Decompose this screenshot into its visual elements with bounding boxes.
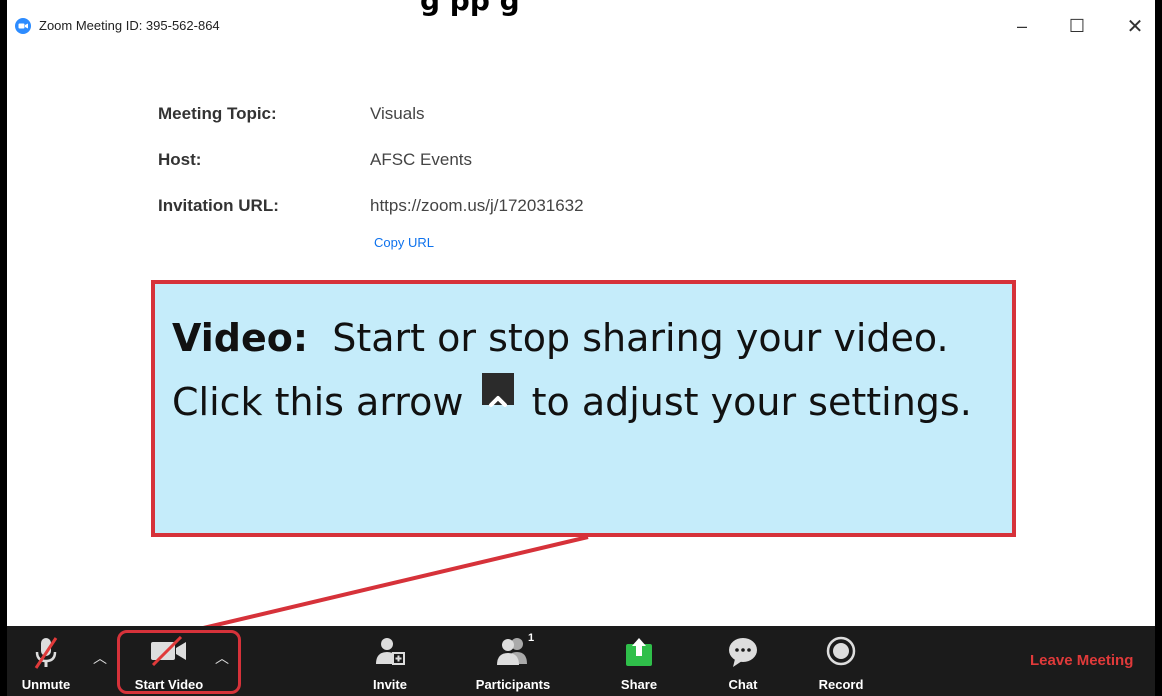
window-frame-right (1155, 0, 1162, 696)
meeting-toolbar: Unmute ︿ Start Video ︿ Invite Participan… (7, 626, 1155, 696)
zoom-logo-icon (15, 18, 31, 34)
window-frame-left (0, 0, 7, 696)
chevron-up-icon (481, 373, 514, 407)
callout-term: Video: (172, 316, 309, 360)
chat-label: Chat (728, 677, 758, 692)
start-video-label: Start Video (134, 677, 204, 692)
meeting-topic-label: Meeting Topic: (158, 104, 277, 123)
meeting-topic-value: Visuals (370, 104, 425, 123)
participants-count-badge: 1 (528, 632, 535, 644)
microphone-muted-icon (34, 637, 58, 669)
minimize-button[interactable]: – (1002, 12, 1042, 40)
chat-button[interactable]: Chat (713, 626, 773, 696)
invite-label: Invite (373, 677, 407, 692)
host-value: AFSC Events (370, 150, 473, 169)
video-off-icon (151, 636, 186, 666)
callout-box: Video: Start or stop sharing your video.… (151, 280, 1016, 537)
start-video-button[interactable]: Start Video (125, 626, 213, 696)
copy-url-link[interactable]: Copy URL (374, 235, 434, 250)
invitation-url-label: Invitation URL: (158, 196, 279, 215)
record-icon (826, 636, 856, 666)
callout-text: Video: Start or stop sharing your video.… (172, 306, 1012, 434)
video-options-caret-icon[interactable]: ︿ (215, 648, 229, 668)
invitation-url-value: https://zoom.us/j/172031632 (370, 196, 584, 215)
host-label: Host: (158, 150, 202, 169)
unmute-button[interactable]: Unmute (7, 626, 85, 696)
participants-icon (497, 638, 527, 665)
audio-options-caret-icon[interactable]: ︿ (93, 648, 107, 668)
leave-meeting-button[interactable]: Leave Meeting (1030, 652, 1133, 669)
record-label: Record (818, 677, 864, 692)
meeting-topic-row: Meeting Topic: Visuals (158, 104, 718, 134)
participants-button[interactable]: Participants (465, 626, 561, 696)
share-label: Share (620, 677, 658, 692)
record-button[interactable]: Record (805, 626, 877, 696)
invite-icon (376, 638, 405, 665)
window-title: Zoom Meeting ID: 395-562-864 (39, 18, 220, 33)
share-button[interactable]: Share (609, 626, 669, 696)
invitation-url-row: Invitation URL: https://zoom.us/j/172031… (158, 196, 718, 226)
participants-label: Participants (475, 677, 551, 692)
close-button[interactable]: ✕ (1115, 12, 1155, 40)
maximize-button[interactable]: ☐ (1057, 12, 1097, 40)
callout-text-after: to adjust your settings. (531, 380, 972, 424)
host-row: Host: AFSC Events (158, 150, 718, 180)
chat-icon (729, 638, 757, 667)
invite-button[interactable]: Invite (357, 626, 423, 696)
share-icon (626, 638, 652, 666)
title-bar: Zoom Meeting ID: 395-562-864 – ☐ ✕ (7, 8, 1155, 44)
unmute-label: Unmute (21, 677, 71, 692)
